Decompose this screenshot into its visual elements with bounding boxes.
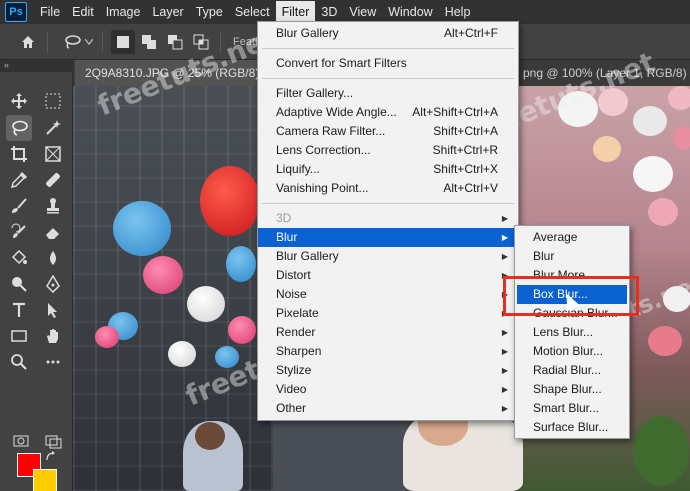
submenu-arrow-icon: ▶ [501, 385, 508, 394]
eraser-icon[interactable] [40, 219, 66, 245]
menu-item-3d: 3D ▶ [258, 209, 518, 228]
background-color-swatch[interactable] [33, 469, 57, 491]
blur-icon[interactable] [40, 245, 66, 271]
blur-submenu: Average Blur Blur More Box Blur... Gauss… [514, 225, 630, 439]
submenu-arrow-icon: ▶ [501, 328, 508, 337]
screen-mode-icon[interactable] [40, 428, 66, 454]
menu-item-blur-gallery[interactable]: Blur Gallery ▶ [258, 247, 518, 266]
menu-type[interactable]: Type [190, 1, 229, 23]
home-icon[interactable] [16, 30, 40, 54]
bucket-icon[interactable] [6, 245, 32, 271]
magic-wand-icon[interactable] [40, 115, 66, 141]
history-brush-icon[interactable] [6, 219, 32, 245]
menu-item-vanishing-point[interactable]: Vanishing Point... Alt+Ctrl+V [258, 179, 518, 198]
submenu-arrow-icon: ▶ [501, 404, 508, 413]
menu-item-sharpen[interactable]: Sharpen ▶ [258, 342, 518, 361]
subtract-selection-icon[interactable] [163, 30, 187, 54]
eyedropper-icon[interactable] [6, 167, 32, 193]
hand-icon[interactable] [40, 323, 66, 349]
menu-file[interactable]: File [34, 1, 66, 23]
menu-edit[interactable]: Edit [66, 1, 100, 23]
quick-mask-icon[interactable] [8, 428, 34, 454]
menu-filter[interactable]: Filter [275, 1, 316, 23]
menu-window[interactable]: Window [382, 1, 438, 23]
dodge-icon[interactable] [6, 271, 32, 297]
submenu-item-blur[interactable]: Blur [515, 247, 629, 266]
menu-help[interactable]: Help [439, 1, 477, 23]
menu-item-stylize[interactable]: Stylize ▶ [258, 361, 518, 380]
menu-layer[interactable]: Layer [146, 1, 189, 23]
frame-icon[interactable] [40, 141, 66, 167]
type-icon[interactable] [6, 297, 32, 323]
submenu-item-motion-blur[interactable]: Motion Blur... [515, 342, 629, 361]
add-selection-icon[interactable] [137, 30, 161, 54]
brush-icon[interactable] [6, 193, 32, 219]
photoshop-logo: Ps [5, 2, 27, 22]
marquee-icon[interactable] [40, 88, 66, 114]
menu-3d[interactable]: 3D [315, 1, 343, 23]
lasso-icon[interactable] [60, 30, 84, 54]
filter-menu: Blur Gallery Alt+Ctrl+F Convert for Smart… [257, 21, 519, 421]
menu-item-camera-raw[interactable]: Camera Raw Filter... Shift+Ctrl+A [258, 122, 518, 141]
menu-item-distort[interactable]: Distort ▶ [258, 266, 518, 285]
submenu-item-smart-blur[interactable]: Smart Blur... [515, 399, 629, 418]
submenu-arrow-icon: ▶ [501, 347, 508, 356]
pen-icon[interactable] [40, 271, 66, 297]
menu-item-liquify[interactable]: Liquify... Shift+Ctrl+X [258, 160, 518, 179]
menu-image[interactable]: Image [100, 1, 147, 23]
path-select-icon[interactable] [40, 297, 66, 323]
tools-panel [0, 72, 73, 491]
menu-item-filter-gallery[interactable]: Filter Gallery... [258, 84, 518, 103]
toolbar-collapse[interactable]: « [0, 60, 73, 72]
menu-item-lens-correction[interactable]: Lens Correction... Shift+Ctrl+R [258, 141, 518, 160]
submenu-item-shape-blur[interactable]: Shape Blur... [515, 380, 629, 399]
menu-item-noise[interactable]: Noise ▶ [258, 285, 518, 304]
menu-item-blur-gallery-last[interactable]: Blur Gallery Alt+Ctrl+F [258, 24, 518, 43]
submenu-item-radial-blur[interactable]: Radial Blur... [515, 361, 629, 380]
more-icon[interactable] [40, 349, 66, 375]
menu-item-other[interactable]: Other ▶ [258, 399, 518, 418]
menu-item-blur[interactable]: Blur ▶ [258, 228, 518, 247]
menu-view[interactable]: View [343, 1, 382, 23]
menu-item-adaptive-wide-angle[interactable]: Adaptive Wide Angle... Alt+Shift+Ctrl+A [258, 103, 518, 122]
submenu-item-average[interactable]: Average [515, 228, 629, 247]
stamp-icon[interactable] [40, 193, 66, 219]
submenu-item-lens-blur[interactable]: Lens Blur... [515, 323, 629, 342]
move-icon[interactable] [6, 88, 32, 114]
menu-item-convert-smart-filters[interactable]: Convert for Smart Filters [258, 54, 518, 73]
submenu-arrow-icon: ▶ [501, 233, 508, 242]
healing-icon[interactable] [40, 167, 66, 193]
lantern-red [200, 166, 260, 236]
chevron-down-icon[interactable] [82, 30, 96, 54]
new-selection-icon[interactable] [111, 30, 135, 54]
crop-icon[interactable] [6, 141, 32, 167]
menu-item-pixelate[interactable]: Pixelate ▶ [258, 304, 518, 323]
rectangle-icon[interactable] [6, 323, 32, 349]
lasso-tool-icon[interactable] [6, 115, 32, 141]
submenu-arrow-icon: ▶ [501, 252, 508, 261]
menu-item-render[interactable]: Render ▶ [258, 323, 518, 342]
submenu-arrow-icon: ▶ [501, 366, 508, 375]
zoom-icon[interactable] [6, 349, 32, 375]
submenu-item-surface-blur[interactable]: Surface Blur... [515, 418, 629, 437]
menu-item-video[interactable]: Video ▶ [258, 380, 518, 399]
submenu-arrow-icon: ▶ [501, 214, 508, 223]
